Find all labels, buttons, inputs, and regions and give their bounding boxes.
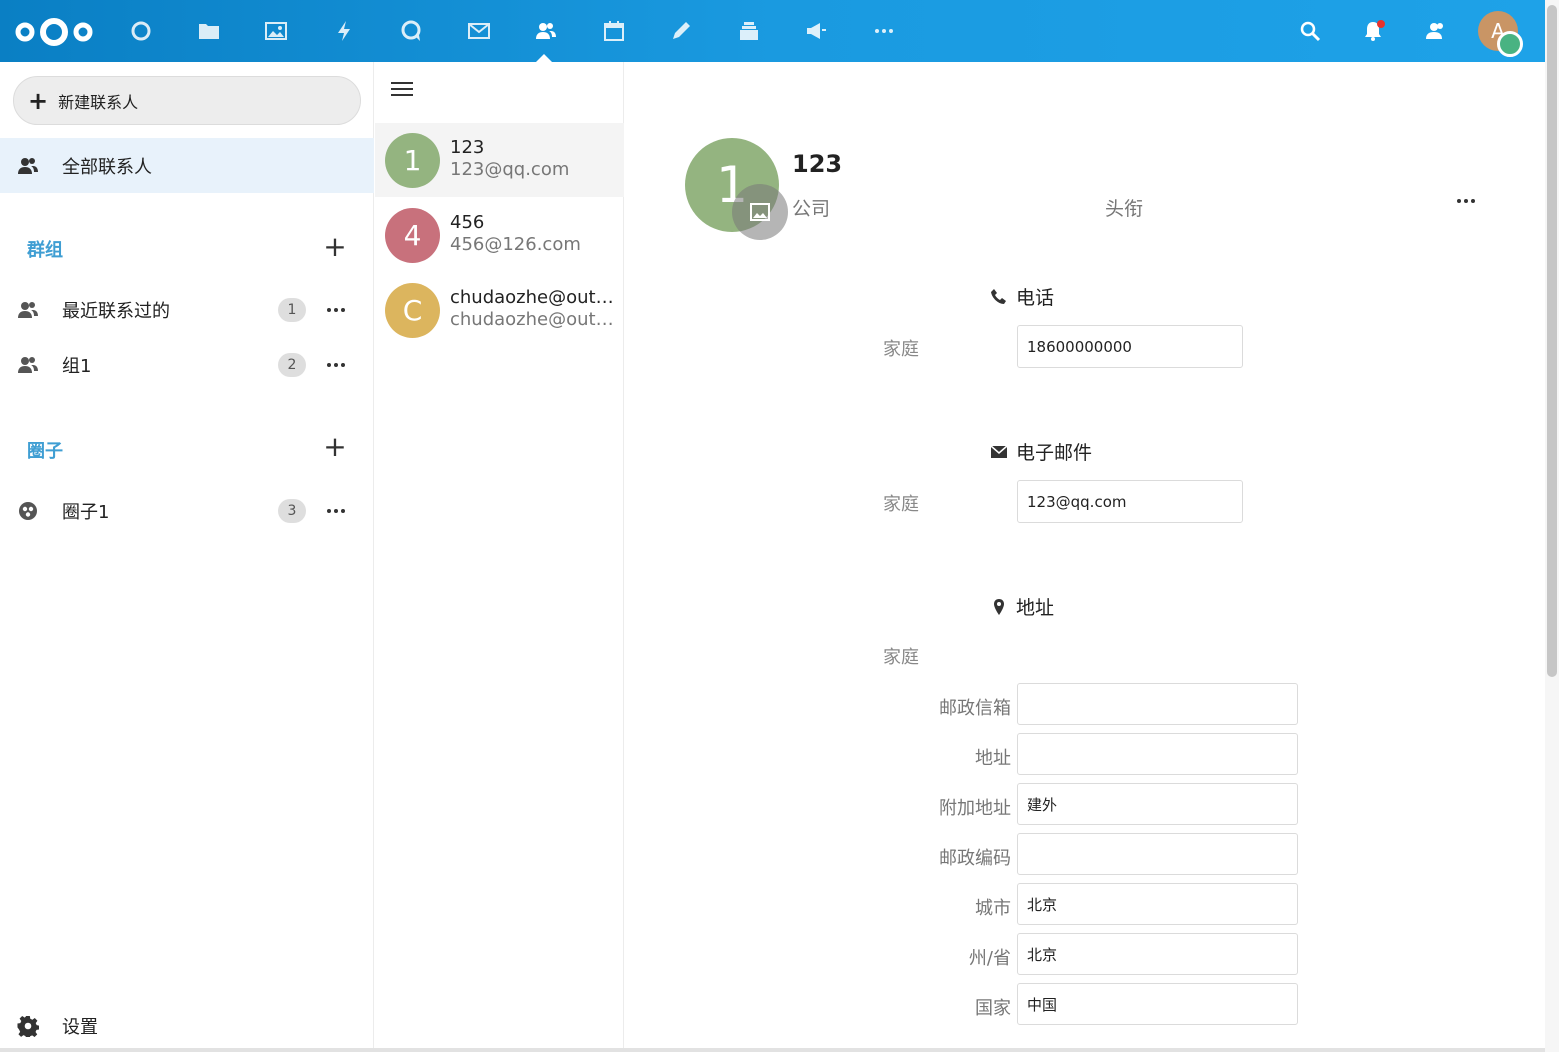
email-heading-label: 电子邮件	[1016, 442, 1093, 464]
plus-icon: +	[28, 86, 49, 115]
email-type[interactable]: 家庭	[883, 490, 919, 516]
groups-caption: 群组	[27, 240, 63, 261]
phone-icon	[991, 288, 1006, 304]
contact-email: chudaozhe@outl...	[450, 309, 615, 330]
contacts-group-icon	[17, 155, 39, 177]
add-circle-button[interactable]: +	[323, 433, 347, 461]
extended-address-label: 附加地址	[939, 798, 1011, 819]
nav-circle-1[interactable]: 圈子1 3	[0, 486, 374, 536]
new-contact-button[interactable]: + 新建联系人	[13, 76, 361, 125]
circle-count: 3	[278, 499, 306, 523]
mail-icon[interactable]	[464, 15, 494, 47]
new-contact-label: 新建联系人	[58, 92, 139, 112]
contacts-menu-icon[interactable]	[1420, 15, 1450, 47]
title-field[interactable]: 头衔	[1105, 194, 1143, 221]
country-field[interactable]: 中国	[1017, 983, 1298, 1025]
contacts-icon[interactable]	[531, 15, 561, 47]
street-field[interactable]	[1017, 733, 1298, 775]
group-icon	[17, 299, 39, 321]
notifications-icon[interactable]	[1358, 15, 1388, 47]
contact-avatar: 1	[385, 133, 440, 188]
phone-section-heading: 电话	[990, 283, 1054, 310]
group-count: 2	[278, 353, 306, 377]
contact-avatar: 4	[385, 208, 440, 263]
phone-type[interactable]: 家庭	[883, 335, 919, 361]
photos-icon[interactable]	[261, 15, 291, 47]
contact-list-item[interactable]: C chudaozhe@outl... chudaozhe@outl...	[375, 273, 624, 347]
phone-field[interactable]: 18600000000	[1017, 325, 1243, 368]
country-label: 国家	[975, 998, 1011, 1019]
files-icon[interactable]	[194, 15, 224, 47]
mail-icon	[990, 444, 1008, 458]
contact-name: 456	[450, 212, 485, 233]
nextcloud-logo[interactable]	[14, 15, 94, 49]
activity-icon[interactable]	[329, 15, 359, 47]
add-group-button[interactable]: +	[323, 233, 347, 261]
contact-details: 1 123 公司 头衔 电话 家庭 18600000000 电子邮件 家庭 12…	[625, 62, 1545, 1052]
nav-group-1[interactable]: 组1 2	[0, 340, 374, 390]
contact-email: 123@qq.com	[450, 159, 570, 180]
announcements-icon[interactable]	[801, 15, 831, 47]
po-box-label: 邮政信箱	[939, 698, 1011, 719]
contact-list-item[interactable]: 4 456 456@126.com	[375, 198, 624, 272]
group-icon	[17, 354, 39, 376]
circle-icon	[17, 500, 39, 522]
top-header: A	[0, 0, 1559, 63]
all-contacts-label: 全部联系人	[62, 156, 152, 178]
image-icon	[750, 203, 770, 221]
extended-address-field[interactable]: 建外	[1017, 783, 1298, 825]
phone-heading-label: 电话	[1016, 287, 1055, 309]
contact-list-item[interactable]: 1 123 123@qq.com	[375, 123, 624, 197]
email-section-heading: 电子邮件	[990, 438, 1092, 465]
calendar-icon[interactable]	[599, 15, 629, 47]
talk-icon[interactable]	[396, 15, 426, 47]
postal-code-field[interactable]	[1017, 833, 1298, 875]
postal-code-label: 邮政编码	[939, 848, 1011, 869]
upload-photo-button[interactable]	[732, 184, 788, 240]
street-label: 地址	[975, 748, 1011, 769]
notes-icon[interactable]	[666, 15, 696, 47]
app-navigation: + 新建联系人 全部联系人 群组 + 最近联系过的 1 组1 2 圈子 + 圈子…	[0, 62, 374, 1052]
nav-group-recent[interactable]: 最近联系过的 1	[0, 285, 374, 335]
group-menu-button[interactable]	[323, 298, 349, 322]
city-field[interactable]: 北京	[1017, 883, 1298, 925]
scrollbar-thumb[interactable]	[1547, 5, 1557, 677]
contact-avatar: C	[385, 283, 440, 338]
city-label: 城市	[975, 898, 1011, 919]
company-field[interactable]: 公司	[792, 194, 830, 221]
group-label: 最近联系过的	[62, 301, 170, 322]
bottom-edge	[0, 1048, 1545, 1052]
po-box-field[interactable]	[1017, 683, 1298, 725]
contacts-list: 1 123 123@qq.com 4 456 456@126.com C chu…	[375, 62, 624, 1052]
dashboard-icon[interactable]	[126, 15, 156, 47]
contact-email: 456@126.com	[450, 234, 581, 255]
group-count: 1	[278, 298, 306, 322]
email-field[interactable]: 123@qq.com	[1017, 480, 1243, 523]
circle-label: 圈子1	[62, 502, 110, 523]
search-icon[interactable]	[1295, 15, 1325, 47]
user-status-indicator	[1497, 31, 1523, 57]
address-heading-label: 地址	[1016, 597, 1055, 619]
notification-badge	[1377, 20, 1385, 28]
contact-name: chudaozhe@outl...	[450, 287, 615, 308]
settings-label: 设置	[62, 1017, 98, 1038]
contact-detail-name[interactable]: 123	[792, 150, 842, 178]
nav-all-contacts[interactable]: 全部联系人	[0, 138, 374, 193]
location-icon	[994, 598, 1004, 615]
group-menu-button[interactable]	[323, 353, 349, 377]
gear-icon	[17, 1015, 40, 1039]
address-section-heading: 地址	[990, 593, 1054, 620]
group-label: 组1	[62, 356, 92, 377]
menu-toggle-icon[interactable]	[391, 82, 413, 100]
state-field[interactable]: 北京	[1017, 933, 1298, 975]
circles-caption: 圈子	[27, 441, 63, 462]
address-type[interactable]: 家庭	[883, 643, 919, 669]
state-label: 州/省	[968, 948, 1011, 969]
deck-icon[interactable]	[734, 15, 764, 47]
contact-name: 123	[450, 137, 485, 158]
circle-menu-button[interactable]	[323, 499, 349, 523]
settings-button[interactable]: 设置	[0, 1002, 374, 1050]
contact-actions-menu[interactable]	[1453, 189, 1479, 213]
more-apps-icon[interactable]	[869, 15, 899, 47]
